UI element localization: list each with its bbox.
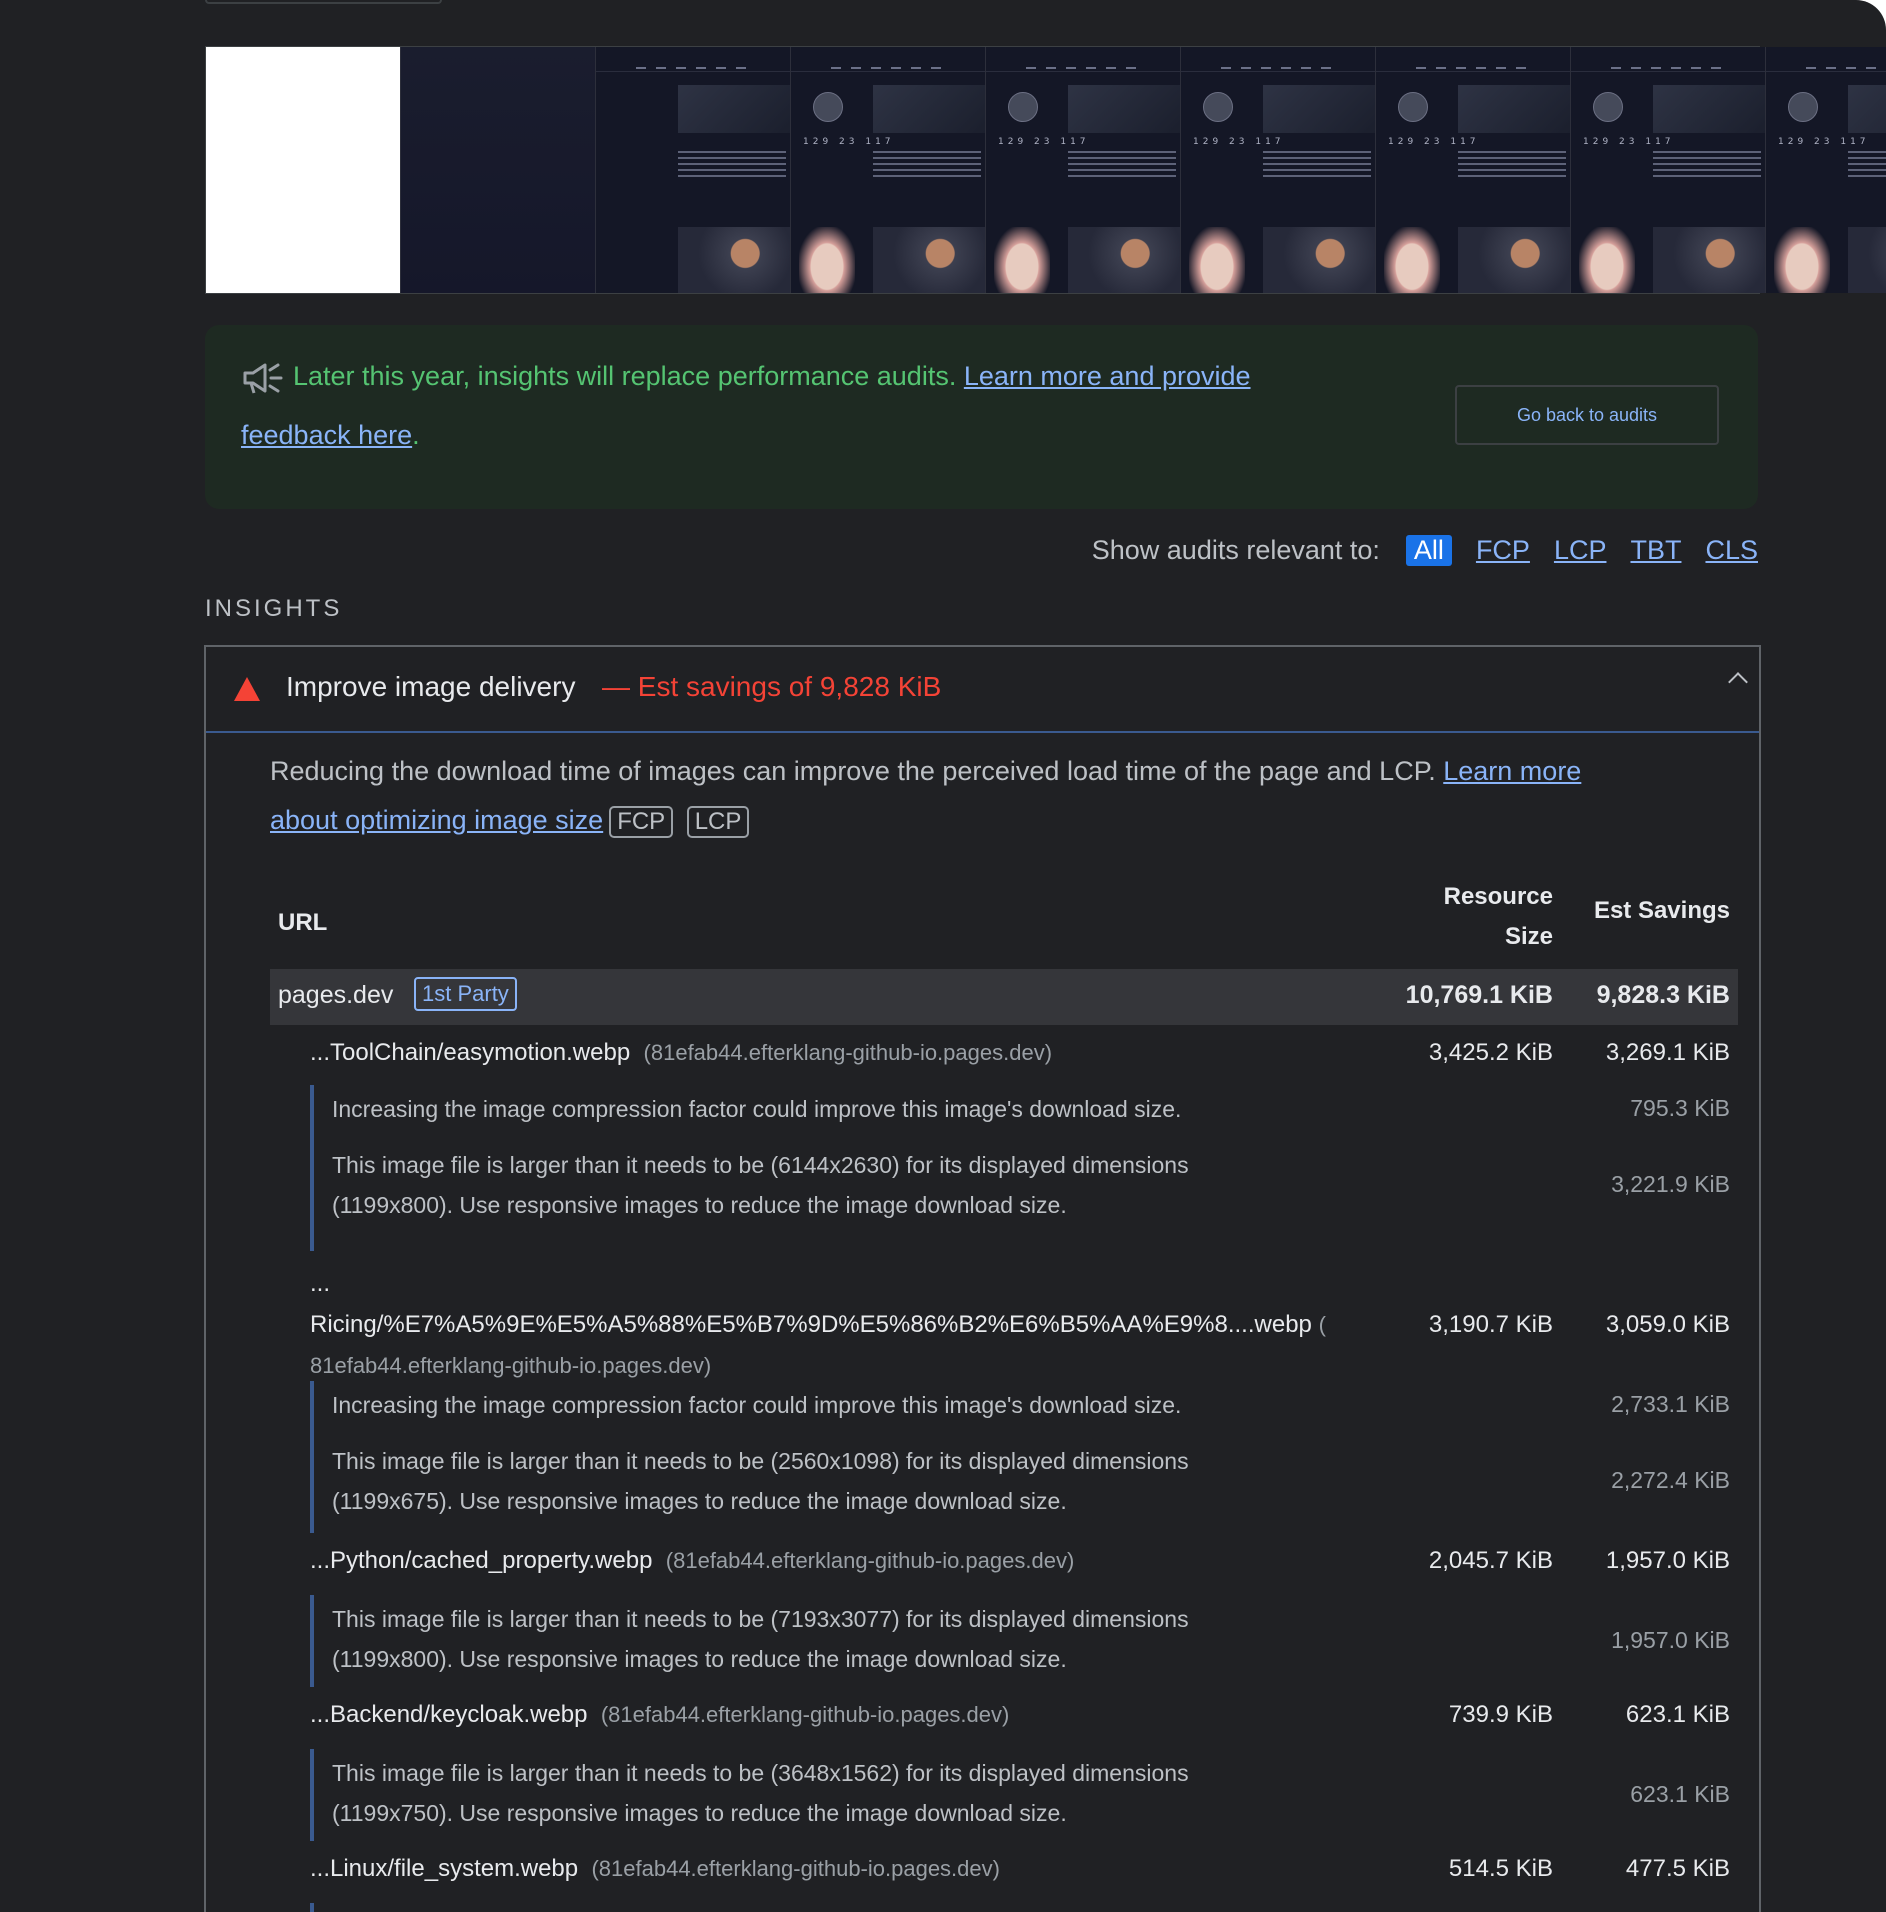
resource-url[interactable]: ...ToolChain/easymotion.webp (81efab44.e…: [310, 1039, 1052, 1067]
resource-size: 2,045.7 KiB: [1428, 1547, 1553, 1574]
resource-url[interactable]: ...Linux/file_system.webp (81efab44.efte…: [310, 1855, 1000, 1883]
sub-item-savings: 1,957.0 KiB: [1611, 1627, 1730, 1653]
sub-item-text: Increasing the image compression factor …: [332, 1392, 1182, 1418]
top-control-stub: [205, 0, 442, 4]
table-group-row: pages.dev 1st Party 10,769.1 KiB 9,828.3…: [270, 969, 1738, 1025]
audit-filter: Show audits relevant to: All FCP LCP TBT…: [1092, 530, 1758, 570]
report-window: 129 23 117 129 23 117 129 23 117 129 23 …: [0, 0, 1886, 1912]
learn-more-link[interactable]: Learn more: [1443, 756, 1581, 786]
filmstrip-frame: 129 23 117: [791, 47, 986, 293]
table-row: ...Python/cached_property.webp (81efab44…: [270, 1539, 1738, 1589]
chevron-up-icon[interactable]: [1728, 672, 1748, 692]
sub-item-bar: [310, 1749, 314, 1841]
sub-item-bar: [310, 1381, 314, 1533]
sub-item-bar: [310, 1085, 314, 1251]
learn-more-link-cont[interactable]: about optimizing image size: [270, 805, 603, 835]
sub-items: This image file is larger than it needs …: [270, 1589, 1738, 1693]
filter-chip-all[interactable]: All: [1405, 534, 1452, 566]
resource-url[interactable]: ...Backend/keycloak.webp (81efab44.efter…: [310, 1701, 1009, 1729]
filter-label: Show audits relevant to:: [1091, 534, 1380, 565]
sub-item-text: This image file is larger than it needs …: [332, 1760, 1189, 1826]
filmstrip-frame: [206, 47, 401, 293]
sub-items: [270, 1897, 1738, 1912]
col-est-savings: Est Savings: [1593, 897, 1730, 924]
resource-size: 514.5 KiB: [1448, 1855, 1553, 1882]
table-row: ...Backend/keycloak.webp (81efab44.efter…: [270, 1693, 1738, 1743]
col-resource-size: Resource Size: [1443, 883, 1553, 950]
notice-feedback-link-cont[interactable]: feedback here: [241, 420, 412, 450]
sub-items: Increasing the image compression factor …: [270, 1377, 1738, 1539]
table-row: ...ToolChain/easymotion.webp (81efab44.e…: [270, 1025, 1738, 1081]
table-header: URL Resource Size Est Savings: [270, 877, 1738, 967]
filmstrip-frame: 129 23 117: [1766, 47, 1886, 293]
sub-item-bar: [310, 1903, 314, 1912]
sub-item-savings: 795.3 KiB: [1630, 1095, 1730, 1121]
filmstrip-frame: [401, 47, 596, 293]
filmstrip-frame: 129 23 117: [986, 47, 1181, 293]
insight-description: Reducing the download time of images can…: [270, 747, 1690, 845]
first-party-badge: 1st Party: [414, 977, 517, 1011]
sub-item-savings: 3,221.9 KiB: [1611, 1171, 1730, 1197]
sub-item-text: This image file is larger than it needs …: [332, 1606, 1189, 1672]
sub-item-bar: [310, 1595, 314, 1687]
insight-title: Improve image delivery: [286, 671, 576, 702]
notice-tail: .: [412, 420, 420, 450]
filmstrip-frame: 129 23 117: [1571, 47, 1766, 293]
metric-badge-lcp: LCP: [686, 806, 750, 838]
filmstrip-frame: [596, 47, 791, 293]
insight-panel: Improve image delivery — Est savings of …: [204, 645, 1761, 1912]
insight-header[interactable]: Improve image delivery — Est savings of …: [206, 647, 1759, 733]
section-heading: INSIGHTS: [205, 595, 343, 622]
col-url: URL: [278, 909, 328, 936]
filmstrip-frame: 129 23 117: [1376, 47, 1571, 293]
filter-chip-lcp[interactable]: LCP: [1554, 535, 1607, 566]
resource-savings: 3,269.1 KiB: [1605, 1039, 1730, 1066]
resource-savings: 477.5 KiB: [1625, 1855, 1730, 1882]
resource-url[interactable]: ... Ricing/%E7%A5%9E%E5%A5%88%E5%B7%9D%E5…: [310, 1263, 1370, 1386]
sub-item-savings: 623.1 KiB: [1630, 1781, 1730, 1807]
sub-item-text: This image file is larger than it needs …: [332, 1448, 1189, 1514]
filmstrip-frame: 129 23 117: [1181, 47, 1376, 293]
sub-item-savings: 2,733.1 KiB: [1611, 1391, 1730, 1417]
sub-items: Increasing the image compression factor …: [270, 1081, 1738, 1257]
group-size: 10,769.1 KiB: [1405, 981, 1553, 1009]
sub-items: This image file is larger than it needs …: [270, 1743, 1738, 1847]
resource-size: 739.9 KiB: [1448, 1701, 1553, 1728]
go-back-to-audits-button[interactable]: Go back to audits: [1455, 385, 1719, 445]
sub-item-savings: 2,272.4 KiB: [1611, 1467, 1730, 1493]
megaphone-icon: [243, 363, 283, 394]
filter-chip-cls[interactable]: CLS: [1705, 535, 1758, 566]
notice-feedback-link[interactable]: Learn more and provide: [964, 361, 1251, 391]
warning-triangle-icon: [234, 677, 260, 701]
notice-text: Later this year, insights will replace p…: [241, 347, 1371, 465]
filter-chip-tbt[interactable]: TBT: [1630, 535, 1681, 566]
notice-message: Later this year, insights will replace p…: [293, 361, 957, 391]
resource-size: 3,425.2 KiB: [1428, 1039, 1553, 1066]
sub-item-text: This image file is larger than it needs …: [332, 1152, 1189, 1218]
image-delivery-table: URL Resource Size Est Savings pages.dev 1…: [270, 877, 1738, 1912]
resource-url[interactable]: ...Python/cached_property.webp (81efab44…: [310, 1547, 1074, 1575]
group-savings: 9,828.3 KiB: [1596, 981, 1730, 1009]
description-text: Reducing the download time of images can…: [270, 756, 1436, 786]
insights-notice: Later this year, insights will replace p…: [205, 325, 1758, 509]
resource-savings: 1,957.0 KiB: [1605, 1547, 1730, 1574]
table-row: ...Linux/file_system.webp (81efab44.efte…: [270, 1847, 1738, 1897]
filter-chip-fcp[interactable]: FCP: [1476, 535, 1530, 566]
resource-size: 3,190.7 KiB: [1428, 1311, 1553, 1338]
resource-savings: 3,059.0 KiB: [1605, 1311, 1730, 1338]
insight-savings: — Est savings of 9,828 KiB: [602, 671, 942, 702]
metric-badge-fcp: FCP: [609, 806, 674, 838]
resource-savings: 623.1 KiB: [1625, 1701, 1730, 1728]
filmstrip: 129 23 117 129 23 117 129 23 117 129 23 …: [205, 46, 1886, 294]
sub-item-text: Increasing the image compression factor …: [332, 1096, 1182, 1122]
group-name: pages.dev: [278, 981, 394, 1009]
table-row: ... Ricing/%E7%A5%9E%E5%A5%88%E5%B7%9D%E5…: [270, 1257, 1738, 1378]
